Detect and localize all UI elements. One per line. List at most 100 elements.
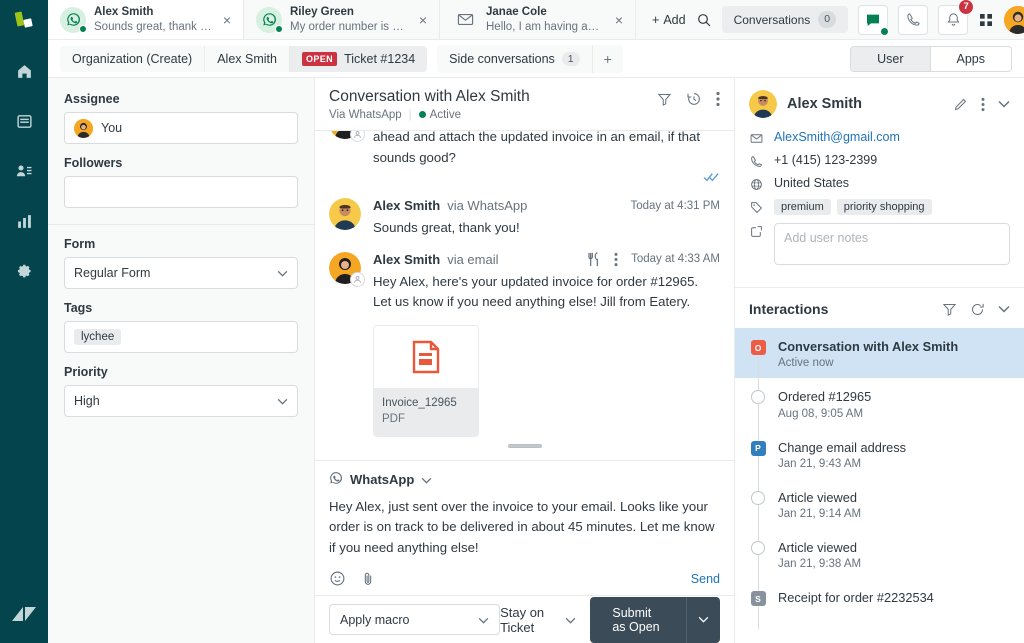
conversations-pill[interactable]: Conversations 0 (721, 6, 849, 33)
timeline-item-article-viewed-1[interactable]: Article viewed Jan 21, 9:14 AM (735, 479, 1024, 541)
timeline-title: Conversation with Alex Smith (778, 339, 959, 354)
panel-toggle: User Apps (850, 45, 1012, 72)
composer-drag-handle[interactable] (507, 443, 542, 448)
left-nav-items (6, 40, 42, 288)
timeline-title: Change email address (778, 439, 907, 455)
sidebar-item-reporting[interactable] (6, 204, 42, 238)
event-node-icon (751, 390, 765, 405)
talk-button[interactable] (898, 4, 929, 35)
message-list[interactable]: Hey Alex, we’ve gone ahead and updated y… (315, 131, 734, 460)
search-icon[interactable] (696, 12, 712, 28)
chevron-down-icon[interactable] (998, 305, 1010, 313)
sidebar-item-customers[interactable] (6, 154, 42, 188)
breadcrumb-organization[interactable]: Organization (Create) (60, 45, 206, 72)
avatar (329, 131, 365, 142)
side-conversations-tab[interactable]: Side conversations 1 (437, 44, 593, 73)
add-side-conversation-button[interactable]: + (593, 45, 623, 73)
priority-select[interactable]: High (64, 385, 298, 417)
timeline-item-ordered[interactable]: Ordered #12965 Aug 08, 9:05 AM (735, 378, 1024, 440)
conversation-tab-alex-smith[interactable]: Alex Smith Sounds great, thank you! × (48, 0, 244, 39)
form-select[interactable]: Regular Form (64, 257, 298, 289)
tab-user[interactable]: User (851, 46, 930, 71)
sidebar-item-views[interactable] (6, 104, 42, 138)
message-header: Alex Smith via email Today at 4:33 AM (373, 252, 720, 267)
tab-snippet: My order number is 19... (290, 20, 409, 33)
filter-icon[interactable] (657, 92, 672, 107)
apply-macro-select[interactable]: Apply macro (329, 604, 501, 635)
followers-field[interactable] (64, 176, 298, 208)
close-icon[interactable]: × (221, 13, 233, 27)
conversation-tab-janae-cole[interactable]: Janae Cole Hello, I am having an is... × (440, 0, 636, 39)
composer-channel-selector[interactable]: WhatsApp (329, 471, 720, 488)
user-notes-input[interactable]: Add user notes (774, 223, 1010, 265)
followers-block: Followers (64, 156, 298, 220)
assignee-field[interactable]: You (64, 112, 298, 144)
email-icon (452, 7, 478, 33)
breadcrumb-user[interactable]: Alex Smith (205, 45, 290, 72)
divider (48, 224, 314, 225)
timeline-body: Article viewed Jan 21, 9:38 AM (778, 539, 861, 570)
avatar (60, 6, 87, 33)
user-email[interactable]: AlexSmith@gmail.com (774, 130, 900, 144)
chevron-down-icon (565, 612, 576, 627)
emoji-icon[interactable] (329, 570, 346, 587)
event-node-icon (751, 541, 765, 556)
send-button[interactable]: Send (691, 572, 720, 586)
avatar (329, 251, 365, 287)
edit-icon[interactable] (953, 97, 968, 112)
message-body: Alex Smith via WhatsApp Today at 4:31 PM… (373, 198, 720, 238)
chevron-down-icon[interactable] (998, 100, 1010, 108)
breadcrumb-group: Organization (Create) Alex Smith OPEN Ti… (60, 45, 428, 72)
history-icon[interactable] (686, 91, 702, 107)
tab-apps[interactable]: Apps (929, 46, 1011, 71)
filter-icon[interactable] (942, 302, 957, 317)
priority-block: Priority High (64, 365, 298, 429)
stay-on-ticket-select[interactable]: Stay on Ticket (500, 605, 576, 635)
breadcrumb-label: Ticket #1234 (344, 51, 416, 66)
refresh-icon[interactable] (970, 302, 985, 317)
attachment-icon[interactable] (360, 571, 376, 587)
chat-status-button[interactable] (858, 4, 890, 36)
interactions-title: Interactions (749, 301, 829, 317)
timeline-item-receipt[interactable]: S Receipt for order #2232534 (735, 579, 1024, 629)
side-conversations-count: 1 (561, 51, 580, 66)
more-options-icon[interactable] (614, 252, 618, 267)
message-author: Alex Smith (373, 198, 441, 214)
conversation-status: Active (418, 109, 461, 121)
submit-as-open-button[interactable]: Submit as Open (590, 596, 686, 643)
close-icon[interactable]: × (417, 13, 429, 27)
product-logo-icon (0, 0, 48, 40)
timeline-item-conversation[interactable]: O Conversation with Alex Smith Active no… (735, 328, 1024, 390)
composer-input[interactable]: Hey Alex, just sent over the invoice to … (329, 497, 720, 558)
sidebar-item-home[interactable] (6, 54, 42, 88)
add-button[interactable]: + Add (652, 13, 686, 27)
attachment-card[interactable]: Invoice_12965 PDF (373, 324, 479, 437)
user-phone-row: +1 (415) 123-2399 (749, 153, 1010, 168)
sidebar-item-admin[interactable] (6, 254, 42, 288)
agent-avatar[interactable] (1004, 5, 1024, 34)
attachment-meta: Invoice_12965 PDF (374, 387, 478, 436)
pdf-file-icon (412, 340, 440, 373)
ticket-properties-pane: Assignee You Followers Form Regular Form… (48, 78, 315, 643)
close-icon[interactable]: × (613, 13, 625, 27)
apps-grid-icon[interactable] (978, 12, 994, 28)
read-receipt-icon (703, 170, 720, 185)
attachment-preview (374, 325, 478, 388)
tags-field[interactable]: lychee (64, 321, 298, 353)
timeline-item-change-email[interactable]: P Change email address Jan 21, 9:43 AM (735, 429, 1024, 490)
more-options-icon[interactable] (716, 91, 720, 107)
interactions-timeline[interactable]: O Conversation with Alex Smith Active no… (735, 328, 1024, 643)
breadcrumb-ticket[interactable]: OPEN Ticket #1234 (289, 45, 428, 72)
timeline-item-article-viewed-2[interactable]: Article viewed Jan 21, 9:38 AM (735, 529, 1024, 591)
left-nav (0, 0, 48, 643)
submit-options-caret[interactable] (686, 596, 720, 643)
shopify-node-icon: S (750, 591, 766, 607)
conversation-tab-riley-green[interactable]: Riley Green My order number is 19... × (244, 0, 440, 39)
page-title: Conversation with Alex Smith (329, 88, 530, 105)
timeline-rail (749, 539, 767, 591)
online-indicator (275, 24, 283, 33)
user-name: Alex Smith (787, 96, 862, 112)
notifications-button[interactable]: 7 (938, 0, 975, 35)
restaurant-icon[interactable] (587, 252, 601, 267)
more-options-icon[interactable] (981, 97, 985, 112)
